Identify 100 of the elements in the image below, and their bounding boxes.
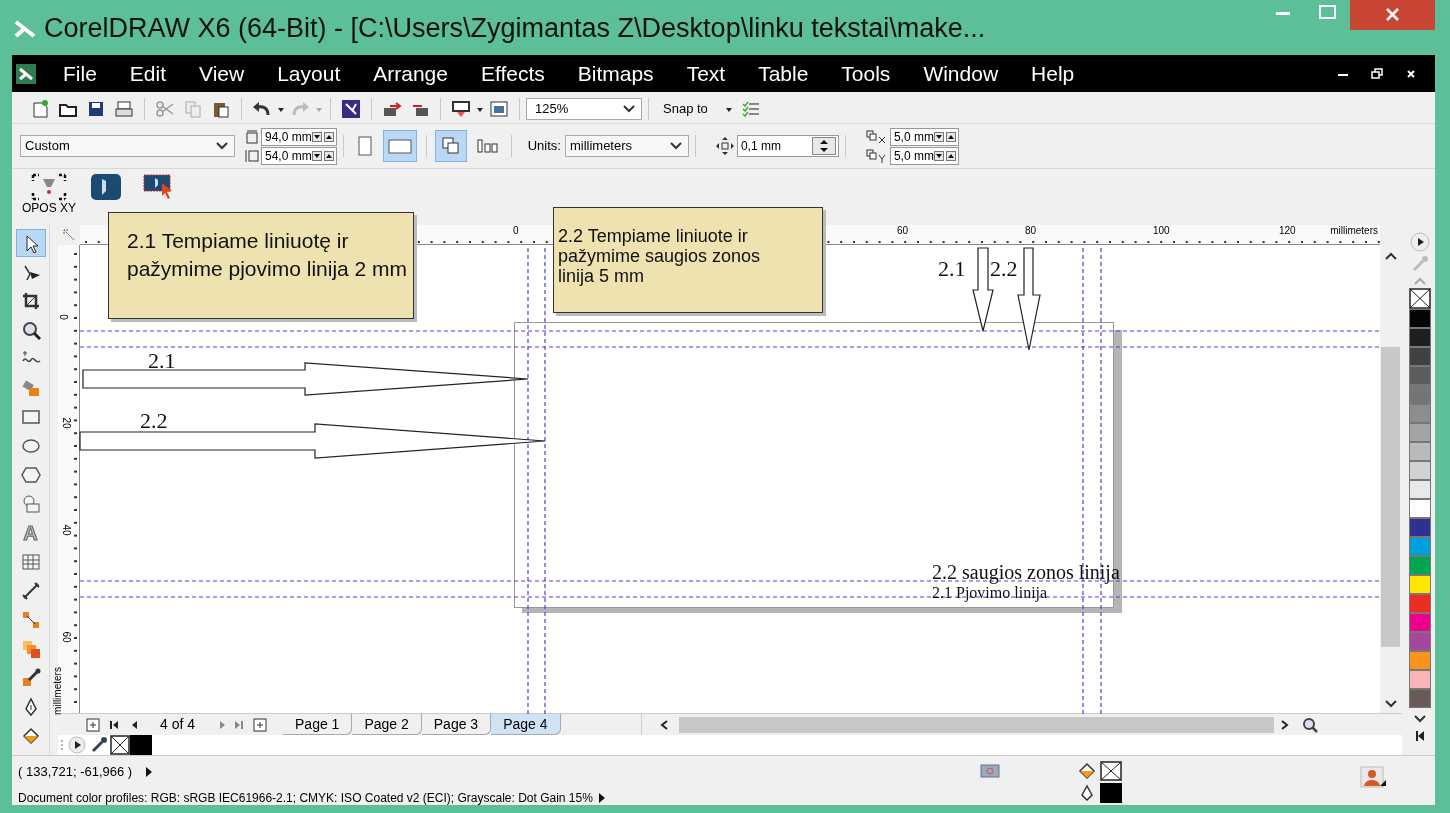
color-swatch[interactable] bbox=[1409, 442, 1431, 461]
scroll-down-icon[interactable] bbox=[1413, 714, 1427, 724]
pick-tool-button[interactable] bbox=[15, 229, 46, 257]
page-tab[interactable]: Page 3 bbox=[421, 714, 492, 735]
smart-fill-icon bbox=[20, 378, 41, 398]
scrollbar-thumb[interactable] bbox=[1381, 347, 1400, 647]
page-height-field[interactable]: 54,0 mm bbox=[261, 146, 337, 165]
spin-up-icon[interactable] bbox=[323, 150, 334, 161]
zoom-dropdown[interactable]: 125% bbox=[526, 97, 642, 120]
first-color-icon[interactable] bbox=[1414, 730, 1426, 742]
page-tab[interactable]: Page 2 bbox=[352, 714, 422, 735]
horizontal-scrollbar-thumb[interactable] bbox=[678, 716, 1274, 733]
macro-label: OPOS XY bbox=[22, 201, 77, 215]
dimension-tool-icon bbox=[20, 581, 41, 601]
color-swatch[interactable] bbox=[1409, 347, 1431, 366]
close-button[interactable] bbox=[1350, 0, 1435, 30]
all-pages-button[interactable] bbox=[434, 130, 467, 162]
color-swatch[interactable] bbox=[1409, 689, 1431, 708]
ruler-label: 0 bbox=[513, 225, 519, 237]
restore-icon[interactable] bbox=[1371, 67, 1383, 80]
new-document-icon[interactable] bbox=[30, 98, 50, 119]
eyedropper-icon[interactable] bbox=[90, 736, 108, 754]
page-width-field[interactable]: 94,0 mm bbox=[261, 127, 337, 146]
ruler-origin-icon[interactable] bbox=[62, 228, 76, 242]
snap-to-dropdown[interactable]: Snap to bbox=[663, 98, 708, 119]
menu-item[interactable]: View bbox=[199, 57, 245, 90]
color-swatch[interactable] bbox=[1409, 537, 1431, 556]
page-preset-dropdown[interactable]: Custom bbox=[20, 135, 235, 157]
color-swatch[interactable] bbox=[1409, 651, 1431, 670]
color-swatch[interactable] bbox=[1409, 575, 1431, 594]
first-page-icon[interactable] bbox=[108, 718, 120, 731]
spin-up-icon[interactable] bbox=[323, 131, 334, 142]
color-swatch[interactable] bbox=[1409, 385, 1431, 404]
color-swatch[interactable] bbox=[1409, 480, 1431, 499]
add-page-icon[interactable] bbox=[86, 717, 100, 732]
spin-up-icon[interactable] bbox=[945, 150, 956, 161]
menu-item[interactable]: File bbox=[63, 57, 97, 90]
color-swatch[interactable] bbox=[1409, 594, 1431, 613]
connector-tool-icon bbox=[20, 610, 41, 630]
close-icon[interactable] bbox=[1405, 67, 1417, 80]
user-icon[interactable] bbox=[1360, 766, 1386, 790]
page-tab[interactable]: Page 4 bbox=[491, 714, 561, 735]
scroll-down-icon[interactable] bbox=[1384, 699, 1398, 709]
duplicate-x-field[interactable]: 5,0 mm bbox=[889, 127, 959, 146]
color-swatch[interactable] bbox=[1409, 461, 1431, 480]
landscape-button[interactable] bbox=[382, 130, 417, 162]
target-icon[interactable] bbox=[31, 173, 67, 201]
last-page-icon[interactable] bbox=[233, 718, 246, 731]
spin-down-icon[interactable] bbox=[311, 150, 322, 161]
color-swatch[interactable] bbox=[1409, 328, 1431, 347]
menu-item[interactable]: Layout bbox=[277, 57, 341, 90]
color-swatch[interactable] bbox=[1409, 632, 1431, 651]
menu-item[interactable]: Effects bbox=[480, 57, 545, 90]
palette-play-icon[interactable] bbox=[1410, 232, 1430, 252]
duplicate-y-field[interactable]: 5,0 mm bbox=[889, 146, 959, 165]
menu-item[interactable]: Tools bbox=[841, 57, 891, 90]
color-swatch[interactable] bbox=[130, 735, 152, 755]
units-dropdown[interactable]: millimeters bbox=[564, 135, 689, 157]
color-swatch[interactable] bbox=[1409, 366, 1431, 385]
outline-pen-icon[interactable] bbox=[1078, 784, 1096, 802]
menu-item[interactable]: Bitmaps bbox=[577, 57, 654, 90]
page-tab[interactable]: Page 1 bbox=[283, 714, 353, 735]
color-swatch[interactable] bbox=[1409, 613, 1431, 632]
spin-down-icon[interactable] bbox=[311, 131, 322, 142]
spin-down-icon[interactable] bbox=[933, 131, 944, 142]
color-swatch[interactable] bbox=[1409, 499, 1431, 518]
import-icon[interactable] bbox=[341, 98, 361, 119]
fill-icon[interactable] bbox=[1078, 762, 1096, 780]
macro-icon[interactable] bbox=[90, 173, 123, 201]
ruler-label: 80 bbox=[1025, 225, 1037, 237]
menu-item[interactable]: Window bbox=[923, 57, 999, 90]
color-swatch[interactable] bbox=[1409, 404, 1431, 423]
play-icon[interactable] bbox=[68, 736, 86, 754]
scroll-up-icon[interactable] bbox=[1384, 251, 1398, 261]
nudge-field[interactable]: 0,1 mm bbox=[736, 135, 839, 157]
publish-icon[interactable] bbox=[451, 98, 471, 119]
menu-item[interactable]: Edit bbox=[129, 57, 167, 90]
color-swatch[interactable] bbox=[1409, 556, 1431, 575]
spin-down-icon[interactable] bbox=[933, 150, 944, 161]
scroll-left-icon[interactable] bbox=[658, 718, 669, 731]
spinner-icon[interactable] bbox=[811, 137, 836, 155]
display-icon[interactable] bbox=[980, 764, 1000, 780]
menu-item[interactable]: Table bbox=[758, 57, 809, 90]
add-page-icon[interactable] bbox=[253, 717, 268, 732]
menu-item[interactable]: Arrange bbox=[373, 57, 448, 90]
application-launcher-icon[interactable] bbox=[489, 98, 509, 119]
options-list-icon[interactable] bbox=[741, 99, 760, 118]
expand-arrow-icon[interactable] bbox=[596, 791, 607, 804]
spin-up-icon[interactable] bbox=[945, 131, 956, 142]
color-swatch[interactable] bbox=[1409, 309, 1431, 328]
menu-item[interactable]: Help bbox=[1031, 57, 1075, 90]
no-color-icon[interactable] bbox=[110, 735, 130, 755]
color-swatch[interactable] bbox=[1409, 518, 1431, 537]
menu-item[interactable]: Text bbox=[686, 57, 726, 90]
no-color-swatch[interactable] bbox=[1409, 288, 1431, 309]
zoom-icon[interactable] bbox=[1301, 716, 1318, 733]
print-icon[interactable] bbox=[114, 98, 134, 119]
scroll-right-icon[interactable] bbox=[1279, 718, 1290, 731]
color-swatch[interactable] bbox=[1409, 423, 1431, 442]
color-swatch[interactable] bbox=[1409, 670, 1431, 689]
